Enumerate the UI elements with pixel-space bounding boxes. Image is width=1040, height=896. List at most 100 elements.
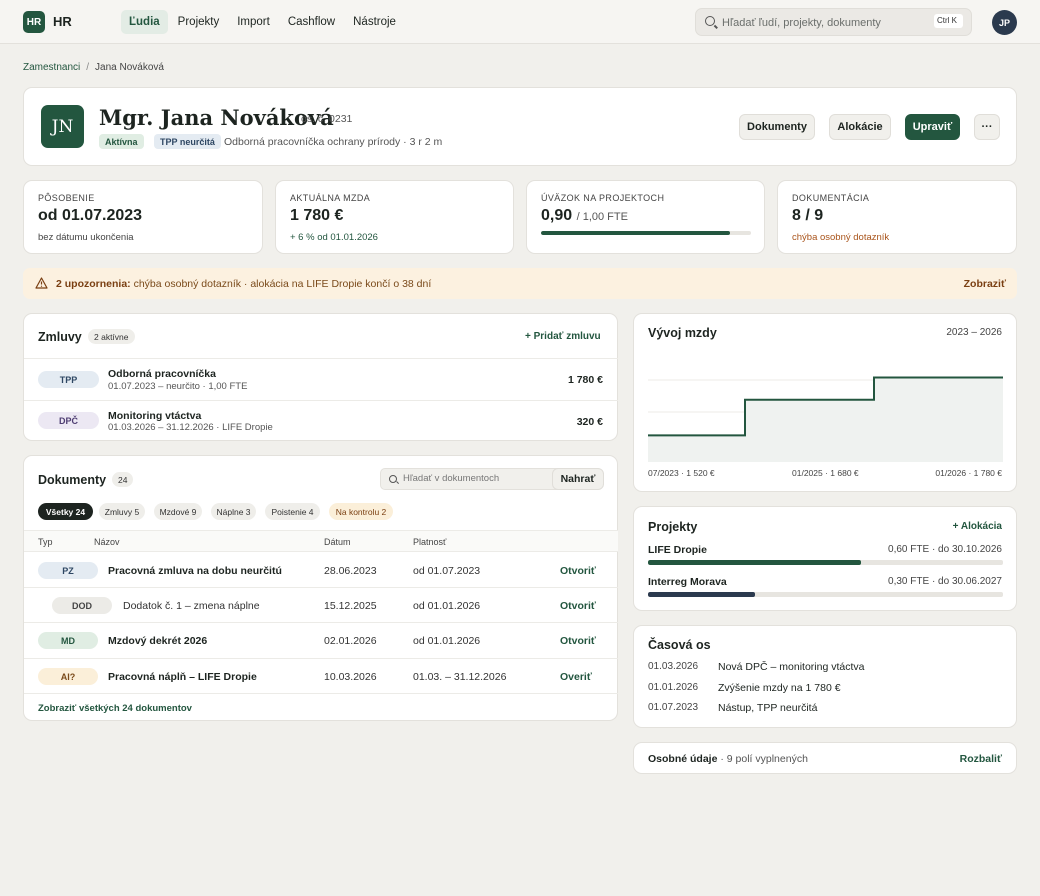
stat-sub: chýba osobný dotazník	[792, 232, 890, 243]
doc-open-link[interactable]: Otvoriť	[560, 565, 596, 577]
doc-name[interactable]: Dodatok č. 1 – zmena náplne	[123, 600, 260, 612]
warning-show-link[interactable]: Zobraziť	[964, 278, 1006, 290]
divider	[24, 658, 618, 659]
salary-chart-title: Vývoj mzdy	[648, 326, 717, 340]
doc-validity: od 01.01.2026	[413, 635, 481, 647]
warning-detail: chýba osobný dotazník · alokácia na LIFE…	[130, 278, 432, 290]
filter-insurance[interactable]: Poistenie 4	[265, 503, 320, 520]
timeline-date: 01.07.2023	[648, 702, 699, 713]
stat-label: AKTUÁLNA MZDA	[290, 193, 371, 203]
nav-item-people[interactable]: Ľudia	[121, 10, 168, 34]
nav-item-import[interactable]: Import	[229, 10, 278, 34]
contract-type-badge: TPP neurčitá	[154, 134, 221, 149]
allocation-value: 0,90	[541, 207, 573, 224]
show-all-documents-link[interactable]: Zobraziť všetkých 24 dokumentov	[38, 703, 192, 714]
personal-data-card[interactable]: Osobné údaje · 9 polí vyplnených Rozbali…	[633, 742, 1017, 774]
stat-value: od 01.07.2023	[38, 207, 143, 224]
breadcrumb-employees-link[interactable]: Zamestnanci	[23, 62, 80, 73]
contract-type-tag: TPP	[38, 371, 99, 388]
contracts-count: 2 aktívne	[88, 329, 135, 344]
global-search-input[interactable]	[722, 14, 922, 31]
main-nav: Ľudia Projekty Import Cashflow Nástroje	[121, 10, 404, 34]
project-allocation: 0,60 FTE · do 30.10.2026	[888, 544, 1002, 555]
personal-data-summary: Osobné údaje · 9 polí vyplnených	[648, 753, 808, 765]
nav-item-projects[interactable]: Projekty	[170, 10, 228, 34]
column-type[interactable]: Typ	[38, 537, 53, 547]
doc-verify-link[interactable]: Overiť	[560, 671, 592, 683]
contract-sub: 01.07.2023 – neurčito · 1,00 FTE	[108, 381, 248, 392]
divider	[24, 693, 618, 694]
nav-item-cashflow[interactable]: Cashflow	[280, 10, 343, 34]
nav-item-tools[interactable]: Nástroje	[345, 10, 404, 34]
add-contract-link[interactable]: + Pridať zmluvu	[525, 331, 601, 342]
stat-card-tenure: PÔSOBENIE od 01.07.2023 bez dátumu ukonč…	[23, 180, 263, 254]
more-options-button[interactable]: ···	[974, 114, 1000, 140]
project-progress	[648, 592, 1003, 597]
doc-type-tag: MD	[38, 632, 98, 649]
contract-amount: 320 €	[576, 416, 603, 428]
stat-label: PÔSOBENIE	[38, 193, 95, 203]
doc-date: 15.12.2025	[324, 600, 377, 612]
timeline-date: 01.03.2026	[648, 661, 699, 672]
doc-validity: od 01.07.2023	[413, 565, 481, 577]
filter-all[interactable]: Všetky 24	[38, 503, 93, 520]
doc-name[interactable]: Pracovná zmluva na dobu neurčitú	[108, 565, 282, 577]
documents-button[interactable]: Dokumenty	[739, 114, 815, 140]
documents-search-input[interactable]	[403, 473, 563, 484]
breadcrumb-separator: /	[86, 62, 90, 73]
divider	[24, 622, 618, 623]
filter-to-review[interactable]: Na kontrolu 2	[329, 503, 393, 520]
column-name[interactable]: Názov	[94, 537, 120, 547]
filter-job-descriptions[interactable]: Náplne 3	[211, 503, 256, 520]
user-avatar[interactable]: JP	[992, 10, 1017, 35]
filter-payroll[interactable]: Mzdové 9	[154, 503, 202, 520]
column-validity[interactable]: Platnosť	[413, 537, 446, 547]
doc-date: 02.01.2026	[324, 635, 377, 647]
project-name[interactable]: Interreg Morava	[648, 576, 727, 588]
filter-contracts[interactable]: Zmluvy 5	[99, 503, 145, 520]
contract-title[interactable]: Monitoring vtáctva	[108, 410, 201, 422]
doc-open-link[interactable]: Otvoriť	[560, 600, 596, 612]
x-tick-label: 01/2026 · 1 780 €	[935, 468, 1002, 478]
warning-banner: 2 upozornenia: chýba osobný dotazník · a…	[23, 268, 1017, 299]
column-date[interactable]: Dátum	[324, 537, 351, 547]
timeline-event: Nová DPČ – monitoring vtáctva	[718, 661, 865, 673]
divider	[24, 400, 618, 401]
upload-button[interactable]: Nahrať	[552, 468, 604, 490]
edit-button[interactable]: Upraviť	[905, 114, 960, 140]
doc-validity: od 01.01.2026	[413, 600, 481, 612]
employee-avatar: JN	[41, 105, 84, 148]
stat-label: ÚVÄZOK NA PROJEKTOCH	[541, 193, 665, 203]
app-name: HR	[53, 14, 72, 29]
app-logo[interactable]: HR	[23, 11, 45, 33]
global-search[interactable]	[695, 8, 972, 36]
doc-name[interactable]: Pracovná náplň – LIFE Dropie	[108, 671, 257, 683]
project-name[interactable]: LIFE Dropie	[648, 544, 707, 556]
doc-name[interactable]: Mzdový dekrét 2026	[108, 635, 207, 647]
stat-sub: + 6 % od 01.01.2026	[290, 232, 378, 243]
expand-personal-data-link[interactable]: Rozbaliť	[960, 753, 1002, 765]
documents-card: Dokumenty 24 Nahrať Všetky 24 Zmluvy 5 M…	[23, 455, 618, 721]
doc-open-link[interactable]: Otvoriť	[560, 635, 596, 647]
stat-label: DOKUMENTÁCIA	[792, 193, 870, 203]
documents-title: Dokumenty	[38, 473, 107, 487]
stat-card-allocation: ÚVÄZOK NA PROJEKTOCH 0,90 / 1,00 FTE	[526, 180, 765, 254]
salary-chart-range: 2023 – 2026	[946, 327, 1002, 338]
allocation-total: / 1,00 FTE	[576, 211, 628, 223]
x-tick-label: 07/2023 · 1 520 €	[648, 468, 715, 478]
add-allocation-link[interactable]: + Alokácia	[953, 521, 1002, 532]
allocations-button[interactable]: Alokácie	[829, 114, 891, 140]
stat-value: 0,90 / 1,00 FTE	[541, 207, 628, 225]
personal-data-title: Osobné údaje	[648, 753, 718, 765]
stat-card-salary: AKTUÁLNA MZDA 1 780 € + 6 % od 01.01.202…	[275, 180, 514, 254]
doc-validity: 01.03. – 31.12.2026	[413, 671, 507, 683]
timeline-title: Časová os	[648, 638, 711, 652]
breadcrumb: Zamestnanci / Jana Nováková	[23, 62, 164, 73]
doc-date: 10.03.2026	[324, 671, 377, 683]
stat-value: 1 780 €	[290, 207, 344, 224]
contract-title[interactable]: Odborná pracovníčka	[108, 368, 216, 380]
stat-value: 8 / 9	[792, 207, 824, 224]
contract-type-tag: DPČ	[38, 412, 99, 429]
stat-sub: bez dátumu ukončenia	[38, 232, 134, 243]
documents-search[interactable]	[380, 468, 568, 490]
